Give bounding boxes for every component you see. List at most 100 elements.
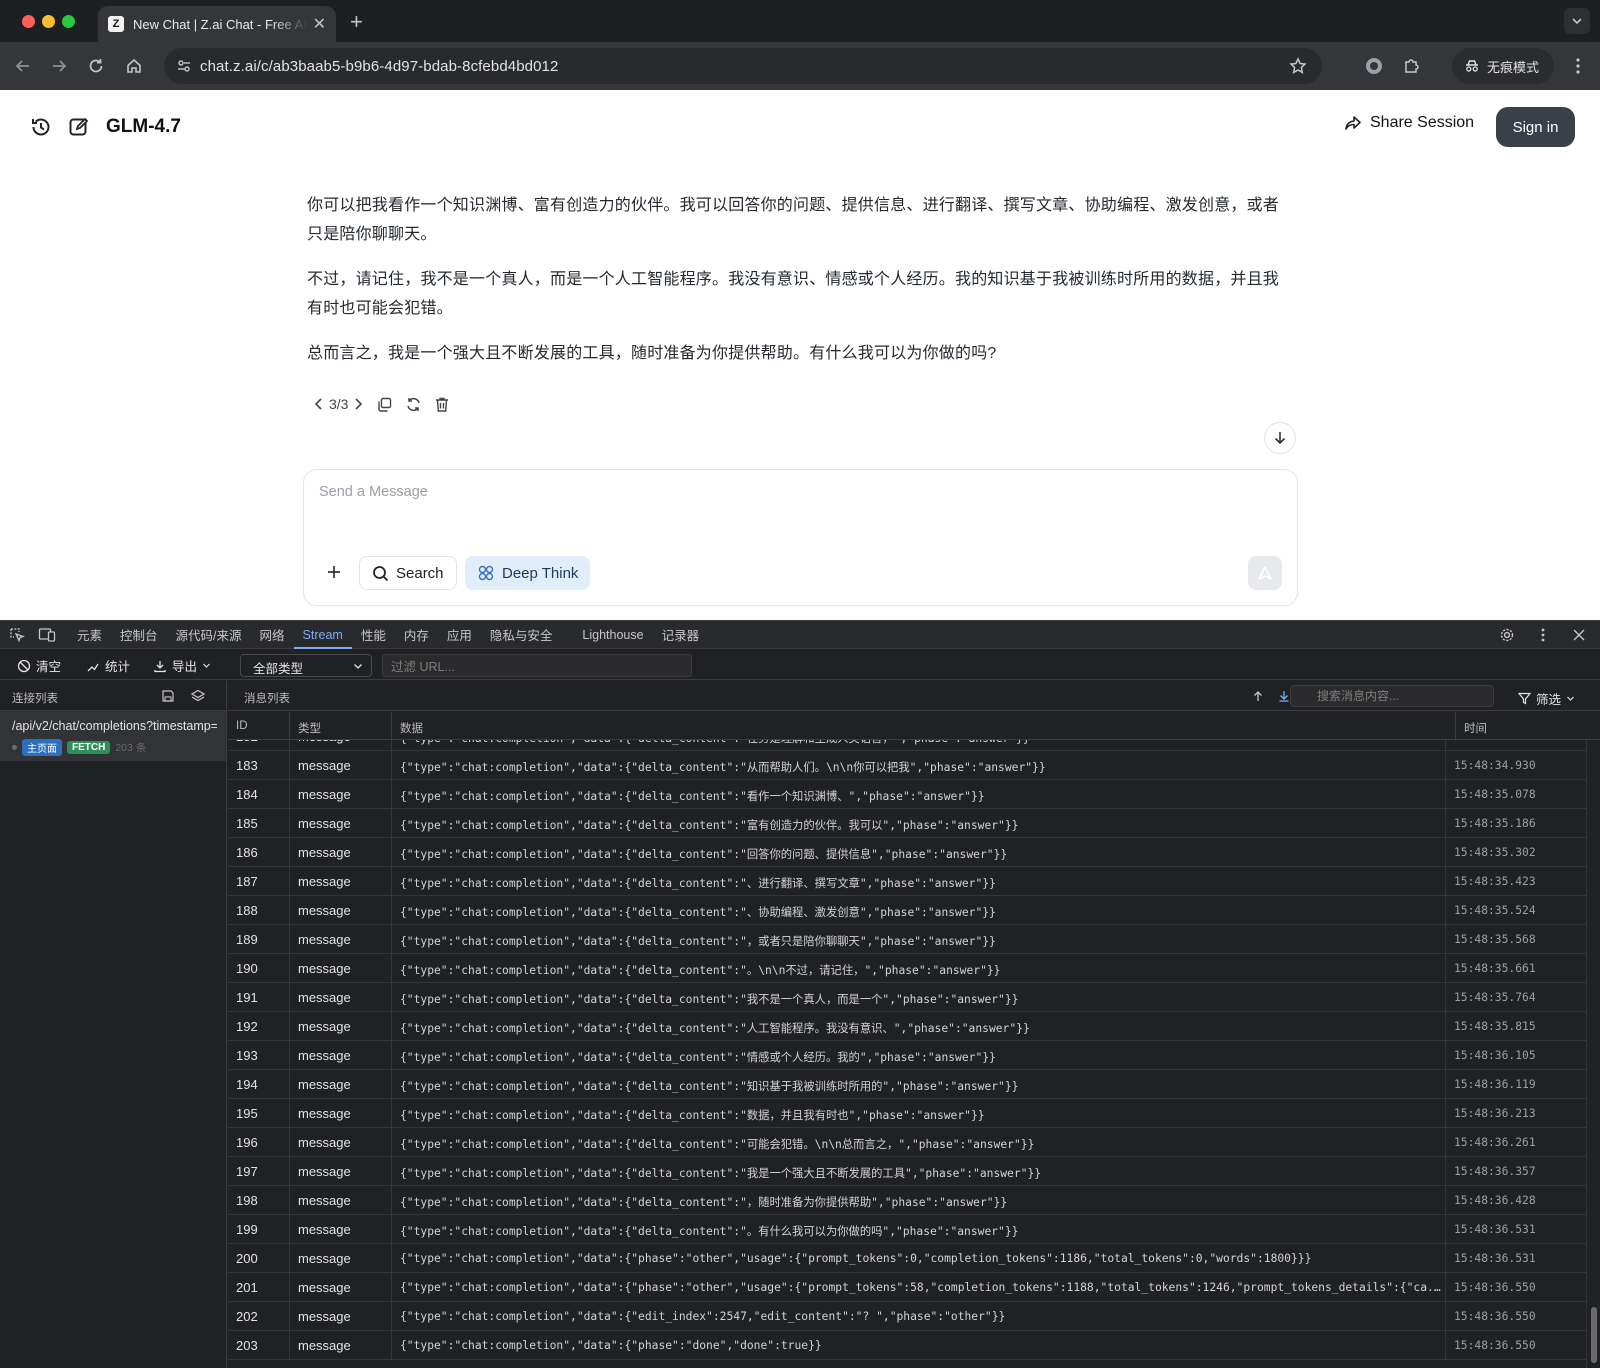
window-zoom-button[interactable] bbox=[62, 15, 75, 28]
devtools-tab[interactable]: 性能 bbox=[352, 621, 395, 649]
devtools-tab[interactable]: 控制台 bbox=[111, 621, 167, 649]
scrollbar-thumb[interactable] bbox=[1591, 1307, 1597, 1363]
site-settings-icon[interactable] bbox=[172, 54, 196, 78]
message-data: {"type":"chat:completion","data":{"delta… bbox=[392, 838, 1446, 867]
message-id: 197 bbox=[228, 1157, 290, 1186]
table-row[interactable]: 184 message {"type":"chat:completion","dat… bbox=[228, 780, 1586, 809]
column-header-type[interactable]: 类型 bbox=[290, 712, 392, 740]
delete-trash-icon[interactable] bbox=[434, 396, 450, 413]
chevron-right-icon[interactable] bbox=[352, 397, 364, 411]
message-filter-button[interactable]: 筛选 bbox=[1518, 689, 1575, 708]
table-row[interactable]: 195 message {"type":"chat:completion","dat… bbox=[228, 1099, 1586, 1128]
message-type: message bbox=[290, 1244, 392, 1273]
table-row[interactable]: 197 message {"type":"chat:completion","dat… bbox=[228, 1157, 1586, 1186]
message-list-scrollbar[interactable] bbox=[1586, 740, 1600, 1368]
scroll-to-bottom-button[interactable] bbox=[1264, 422, 1296, 454]
column-header-data[interactable]: 数据 bbox=[392, 712, 1456, 740]
table-row[interactable]: 200 message {"type":"chat:completion","dat… bbox=[228, 1244, 1586, 1273]
table-row[interactable]: 202 message {"type":"chat:completion","dat… bbox=[228, 1302, 1586, 1331]
bookmark-star-icon[interactable] bbox=[1286, 54, 1310, 78]
sign-in-button[interactable]: Sign in bbox=[1496, 107, 1575, 147]
devtools-tab-stream[interactable]: Stream bbox=[293, 621, 353, 649]
device-toolbar-icon[interactable] bbox=[34, 622, 60, 648]
deep-think-toggle-button[interactable]: Deep Think bbox=[465, 556, 591, 590]
scroll-top-arrow-icon[interactable] bbox=[1248, 686, 1268, 706]
copy-icon[interactable] bbox=[376, 396, 393, 413]
devtools-tab[interactable]: 元素 bbox=[68, 621, 111, 649]
devtools-tab[interactable]: 隐私与安全 bbox=[481, 621, 562, 649]
table-row[interactable]: 194 message {"type":"chat:completion","dat… bbox=[228, 1070, 1586, 1099]
table-row[interactable]: 192 message {"type":"chat:completion","dat… bbox=[228, 1012, 1586, 1041]
incognito-icon bbox=[1466, 60, 1478, 72]
inspect-element-icon[interactable] bbox=[4, 622, 30, 648]
chevron-left-icon[interactable] bbox=[313, 397, 325, 411]
tab-close-icon[interactable]: ✕ bbox=[313, 14, 326, 34]
message-data: {"type":"chat:completion","data":{"delta… bbox=[392, 740, 1446, 751]
save-floppy-icon[interactable] bbox=[158, 686, 178, 706]
devtools-more-kebab-icon[interactable] bbox=[1530, 622, 1556, 648]
window-close-button[interactable] bbox=[22, 15, 35, 28]
message-type: message bbox=[290, 925, 392, 954]
table-row[interactable]: 185 message {"type":"chat:completion","dat… bbox=[228, 809, 1586, 838]
home-icon[interactable] bbox=[122, 54, 146, 78]
devtools-tab[interactable]: 内存 bbox=[395, 621, 438, 649]
back-arrow-icon[interactable] bbox=[11, 54, 35, 78]
address-bar[interactable]: chat.z.ai/c/ab3baab5-b9b6-4d97-bdab-8cfe… bbox=[164, 48, 1322, 84]
devtools-tab[interactable]: Lighthouse bbox=[573, 621, 652, 649]
send-button[interactable] bbox=[1248, 556, 1282, 590]
column-header-time[interactable]: 时间 bbox=[1456, 712, 1600, 740]
table-row[interactable]: 182message{"type":"chat:completion","dat… bbox=[228, 740, 1586, 751]
attach-plus-button[interactable] bbox=[322, 560, 346, 584]
message-input[interactable] bbox=[319, 484, 1219, 500]
type-filter-select[interactable]: 全部类型 bbox=[240, 654, 372, 677]
devtools-tab[interactable]: 应用 bbox=[438, 621, 481, 649]
search-icon bbox=[373, 565, 389, 581]
layers-icon[interactable] bbox=[188, 686, 208, 706]
table-row[interactable]: 199 message {"type":"chat:completion","dat… bbox=[228, 1215, 1586, 1244]
new-chat-edit-icon[interactable] bbox=[66, 114, 92, 140]
clear-button[interactable]: 清空 bbox=[17, 656, 61, 675]
extensions-puzzle-icon[interactable] bbox=[1400, 54, 1424, 78]
table-row[interactable]: 193 message {"type":"chat:completion","dat… bbox=[228, 1041, 1586, 1070]
regenerate-icon[interactable] bbox=[405, 396, 422, 413]
table-row[interactable]: 183 message {"type":"chat:completion","dat… bbox=[228, 751, 1586, 780]
incognito-indicator[interactable]: 无痕模式 bbox=[1452, 48, 1554, 84]
table-row[interactable]: 191 message {"type":"chat:completion","dat… bbox=[228, 983, 1586, 1012]
settings-gear-icon[interactable] bbox=[1494, 622, 1520, 648]
window-minimize-button[interactable] bbox=[42, 15, 55, 28]
table-row[interactable]: 198 message {"type":"chat:completion","dat… bbox=[228, 1186, 1586, 1215]
search-toggle-button[interactable]: Search bbox=[359, 556, 457, 590]
stats-button[interactable]: 统计 bbox=[86, 656, 130, 675]
table-row[interactable]: 187 message {"type":"chat:completion","dat… bbox=[228, 867, 1586, 896]
message-search-input[interactable] bbox=[1290, 685, 1494, 707]
share-session-button[interactable]: Share Session bbox=[1344, 114, 1474, 132]
devtools-tab[interactable]: 网络 bbox=[251, 621, 294, 649]
table-row[interactable]: 188 message {"type":"chat:completion","dat… bbox=[228, 896, 1586, 925]
reload-icon[interactable] bbox=[84, 54, 108, 78]
table-row[interactable]: 190 message {"type":"chat:completion","dat… bbox=[228, 954, 1586, 983]
table-row[interactable]: 186 message {"type":"chat:completion","dat… bbox=[228, 838, 1586, 867]
devtools-tab[interactable]: 源代码/来源 bbox=[167, 621, 251, 649]
browser-tab[interactable]: Z New Chat | Z.ai Chat - Free AI ✕ bbox=[98, 6, 336, 42]
export-button[interactable]: 导出 bbox=[153, 656, 211, 675]
extension-record-icon[interactable] bbox=[1362, 54, 1386, 78]
table-row[interactable]: 201 message {"type":"chat:completion","dat… bbox=[228, 1273, 1586, 1302]
forward-arrow-icon[interactable] bbox=[47, 54, 71, 78]
table-row[interactable]: 203 message {"type":"chat:completion","dat… bbox=[228, 1331, 1586, 1360]
table-row[interactable]: 189 message {"type":"chat:completion","dat… bbox=[228, 925, 1586, 954]
connection-item[interactable]: /api/v2/chat/completions?timestamp= 主页面 … bbox=[0, 711, 226, 761]
browser-menu-kebab-icon[interactable] bbox=[1566, 54, 1590, 78]
chevron-down-icon bbox=[1572, 18, 1582, 25]
tab-search-button[interactable] bbox=[1564, 8, 1590, 34]
new-tab-icon[interactable]: + bbox=[350, 9, 363, 35]
model-selector[interactable]: GLM-4.7 bbox=[106, 116, 181, 138]
column-header-id[interactable]: ID bbox=[228, 712, 290, 740]
url-filter-input[interactable] bbox=[382, 654, 692, 677]
table-row[interactable]: 196 message {"type":"chat:completion","dat… bbox=[228, 1128, 1586, 1157]
history-icon[interactable] bbox=[28, 114, 54, 140]
devtools-close-icon[interactable] bbox=[1566, 622, 1592, 648]
browser-tab-bar: Z New Chat | Z.ai Chat - Free AI ✕ + bbox=[0, 0, 1600, 42]
message-type: message bbox=[290, 1186, 392, 1215]
message-id: 189 bbox=[228, 925, 290, 954]
devtools-tab[interactable]: 记录器 bbox=[653, 621, 709, 649]
